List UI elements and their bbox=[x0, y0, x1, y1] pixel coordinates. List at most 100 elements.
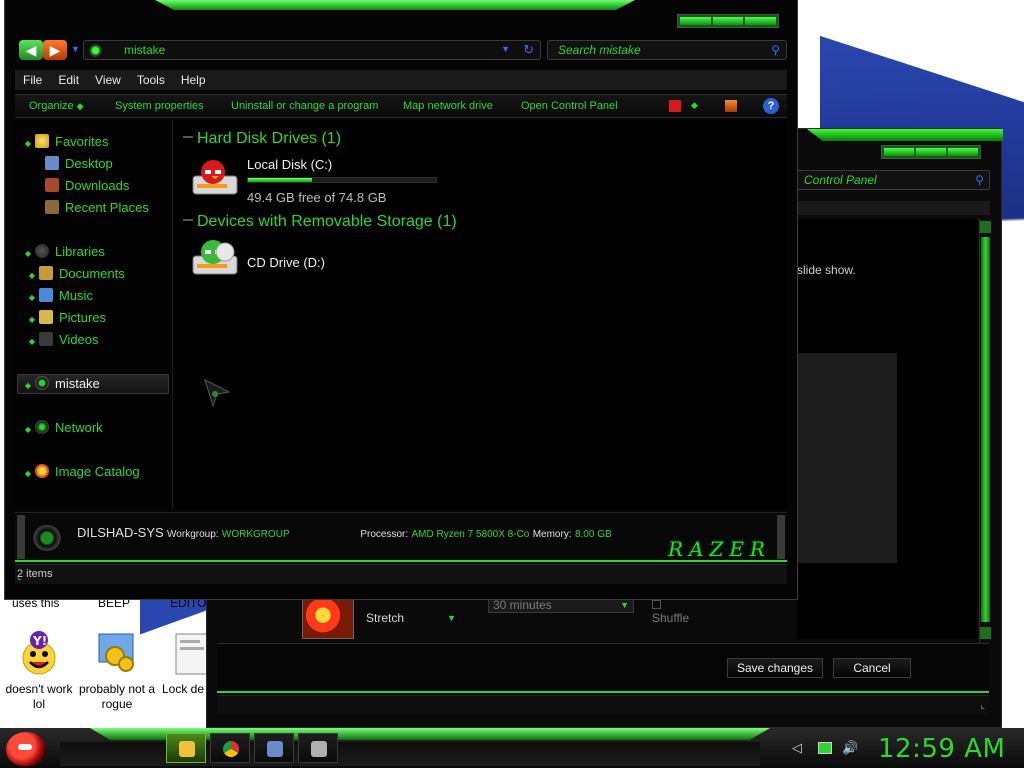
help-icon[interactable]: ? bbox=[763, 98, 779, 114]
shuffle-checkbox[interactable]: Shuffle bbox=[652, 597, 702, 625]
libraries-icon bbox=[35, 244, 49, 258]
taskbar-chrome-button[interactable] bbox=[210, 733, 250, 763]
nav-network[interactable]: ◆ Network bbox=[21, 418, 103, 438]
desktop-icon bbox=[45, 156, 59, 170]
preview-area bbox=[797, 353, 897, 563]
taskbar-app-button[interactable] bbox=[298, 733, 338, 763]
scrollbar[interactable] bbox=[979, 219, 991, 643]
search-icon: ⚲ bbox=[771, 43, 780, 57]
preview-pane-icon[interactable] bbox=[725, 100, 737, 112]
minimize-button[interactable] bbox=[680, 17, 711, 25]
computer-icon bbox=[33, 525, 61, 551]
chevron-down-icon[interactable]: ▼ bbox=[501, 44, 510, 54]
view-options-icon[interactable] bbox=[669, 100, 681, 112]
taskbar-control-panel-button[interactable] bbox=[254, 733, 294, 763]
angry-bird-icon bbox=[18, 744, 32, 750]
search-icon: ⚲ bbox=[975, 173, 984, 187]
refresh-icon[interactable]: ↻ bbox=[523, 42, 534, 58]
nav-documents[interactable]: ◆ Documents bbox=[25, 264, 125, 284]
nav-libraries[interactable]: ◆ Libraries bbox=[21, 242, 105, 262]
view-dropdown-icon[interactable]: ◆ bbox=[691, 100, 703, 112]
taskbar-explorer-button[interactable] bbox=[166, 733, 206, 763]
map-network-drive-button[interactable]: Map network drive bbox=[403, 100, 493, 112]
resize-grip-icon[interactable]: ⌞ bbox=[980, 700, 985, 711]
explorer-window: ◀ ▶ ▼ mistake ▼ ↻ Search mistake ⚲ File … bbox=[4, 0, 798, 600]
scroll-thumb[interactable] bbox=[981, 237, 990, 622]
volume-icon[interactable]: 🔊 bbox=[842, 740, 858, 756]
control-panel-icon bbox=[267, 741, 283, 757]
content-pane: Hard Disk Drives (1) Local Disk (C:) 49.… bbox=[175, 120, 787, 510]
window-controls[interactable] bbox=[677, 14, 779, 28]
nav-desktop[interactable]: Desktop bbox=[45, 154, 113, 174]
menu-view[interactable]: View bbox=[87, 70, 129, 90]
usage-fill bbox=[248, 178, 312, 182]
nav-downloads[interactable]: Downloads bbox=[45, 176, 129, 196]
nav-favorites[interactable]: ◆ Favorites bbox=[21, 132, 108, 152]
organize-button[interactable]: Organize ◆ bbox=[29, 100, 84, 112]
menu-help[interactable]: Help bbox=[173, 70, 214, 90]
drive-c-label: Local Disk (C:) bbox=[247, 157, 333, 172]
razer-logo: RAZER bbox=[667, 537, 771, 561]
recent-places-icon bbox=[45, 200, 59, 214]
arrow-right-icon: ▶ bbox=[49, 42, 61, 58]
toolbar bbox=[797, 201, 990, 215]
checkbox-box[interactable] bbox=[652, 600, 661, 609]
start-button[interactable] bbox=[6, 732, 46, 766]
cd-drive-icon bbox=[192, 240, 238, 275]
cancel-button[interactable]: Cancel bbox=[833, 658, 911, 678]
recent-pages-dropdown[interactable]: ▼ bbox=[71, 44, 80, 54]
svg-text:Y!: Y! bbox=[32, 634, 47, 648]
taskbar-clock[interactable]: 12:59 AM bbox=[878, 734, 1005, 764]
desktop-icon-lock[interactable]: Lock de bbox=[156, 630, 206, 697]
search-input[interactable]: Search mistake ⚲ bbox=[547, 40, 787, 60]
search-input[interactable]: Control Panel ⚲ bbox=[797, 170, 990, 190]
navigation-pane: ◆ Favorites Desktop Downloads Recent Plac… bbox=[15, 120, 173, 510]
uninstall-program-button[interactable]: Uninstall or change a program bbox=[231, 100, 378, 112]
save-changes-button[interactable]: Save changes bbox=[727, 658, 823, 678]
nav-pictures[interactable]: ◆ Pictures bbox=[25, 308, 106, 328]
description-text: slide show. bbox=[797, 263, 856, 277]
desktop-icon-label: probably not a rogue bbox=[78, 682, 156, 711]
resize-grip-icon[interactable]: ⌞ bbox=[17, 571, 785, 582]
yahoo-messenger-icon: Y! bbox=[22, 631, 56, 675]
menu-edit[interactable]: Edit bbox=[50, 70, 87, 90]
desktop-icon-yahoo[interactable]: Y! doesn't work lol bbox=[0, 630, 78, 712]
desktop-icon-rogue[interactable]: probably not a rogue bbox=[78, 630, 156, 712]
menu-tools[interactable]: Tools bbox=[129, 70, 173, 90]
computer-icon bbox=[89, 44, 102, 57]
title-glow bbox=[155, 0, 635, 10]
forward-button[interactable]: ▶ bbox=[43, 40, 67, 60]
nav-music[interactable]: ◆ Music bbox=[25, 286, 93, 306]
window-controls[interactable] bbox=[881, 145, 981, 159]
wallpaper-thumbnail[interactable] bbox=[302, 599, 354, 639]
chrome-icon bbox=[223, 741, 239, 757]
desktop-icon-label: Lock de bbox=[162, 682, 205, 696]
address-bar[interactable]: mistake ▼ ↻ bbox=[83, 40, 541, 60]
nav-videos[interactable]: ◆ Videos bbox=[25, 330, 99, 350]
videos-icon bbox=[39, 332, 53, 346]
scroll-down-arrow[interactable] bbox=[980, 627, 991, 639]
system-properties-button[interactable]: System properties bbox=[115, 100, 204, 112]
network-status-icon[interactable] bbox=[818, 742, 832, 754]
command-bar: Organize ◆ System properties Uninstall or… bbox=[15, 94, 787, 118]
nav-computer[interactable]: ◆ mistake bbox=[21, 374, 100, 394]
chevron-down-icon: ▼ bbox=[620, 600, 629, 610]
details-pane: DILSHAD-SYS Workgroup: WORKGROUP Process… bbox=[15, 512, 787, 562]
menu-bar: File Edit View Tools Help bbox=[15, 70, 787, 90]
computer-icon bbox=[35, 376, 49, 390]
downloads-icon bbox=[45, 178, 59, 192]
scroll-up-arrow[interactable] bbox=[980, 221, 991, 233]
picture-position-select[interactable]: Stretch ▼ bbox=[360, 609, 460, 627]
group-hard-disk-drives[interactable]: Hard Disk Drives (1) bbox=[183, 130, 341, 148]
back-button[interactable]: ◀ bbox=[19, 40, 43, 60]
nav-image-catalog[interactable]: ◆ Image Catalog bbox=[21, 462, 140, 482]
maximize-button[interactable] bbox=[712, 17, 744, 25]
group-removable-storage[interactable]: Devices with Removable Storage (1) bbox=[183, 213, 457, 231]
open-control-panel-button[interactable]: Open Control Panel bbox=[521, 100, 618, 112]
arrow-left-icon: ◀ bbox=[25, 42, 37, 58]
nav-recent-places[interactable]: Recent Places bbox=[45, 198, 149, 218]
dialog-footer: Save changes Cancel bbox=[217, 643, 989, 693]
show-hidden-icons-icon[interactable]: ◁ bbox=[792, 740, 802, 756]
menu-file[interactable]: File bbox=[15, 70, 50, 90]
close-button[interactable] bbox=[745, 17, 777, 25]
